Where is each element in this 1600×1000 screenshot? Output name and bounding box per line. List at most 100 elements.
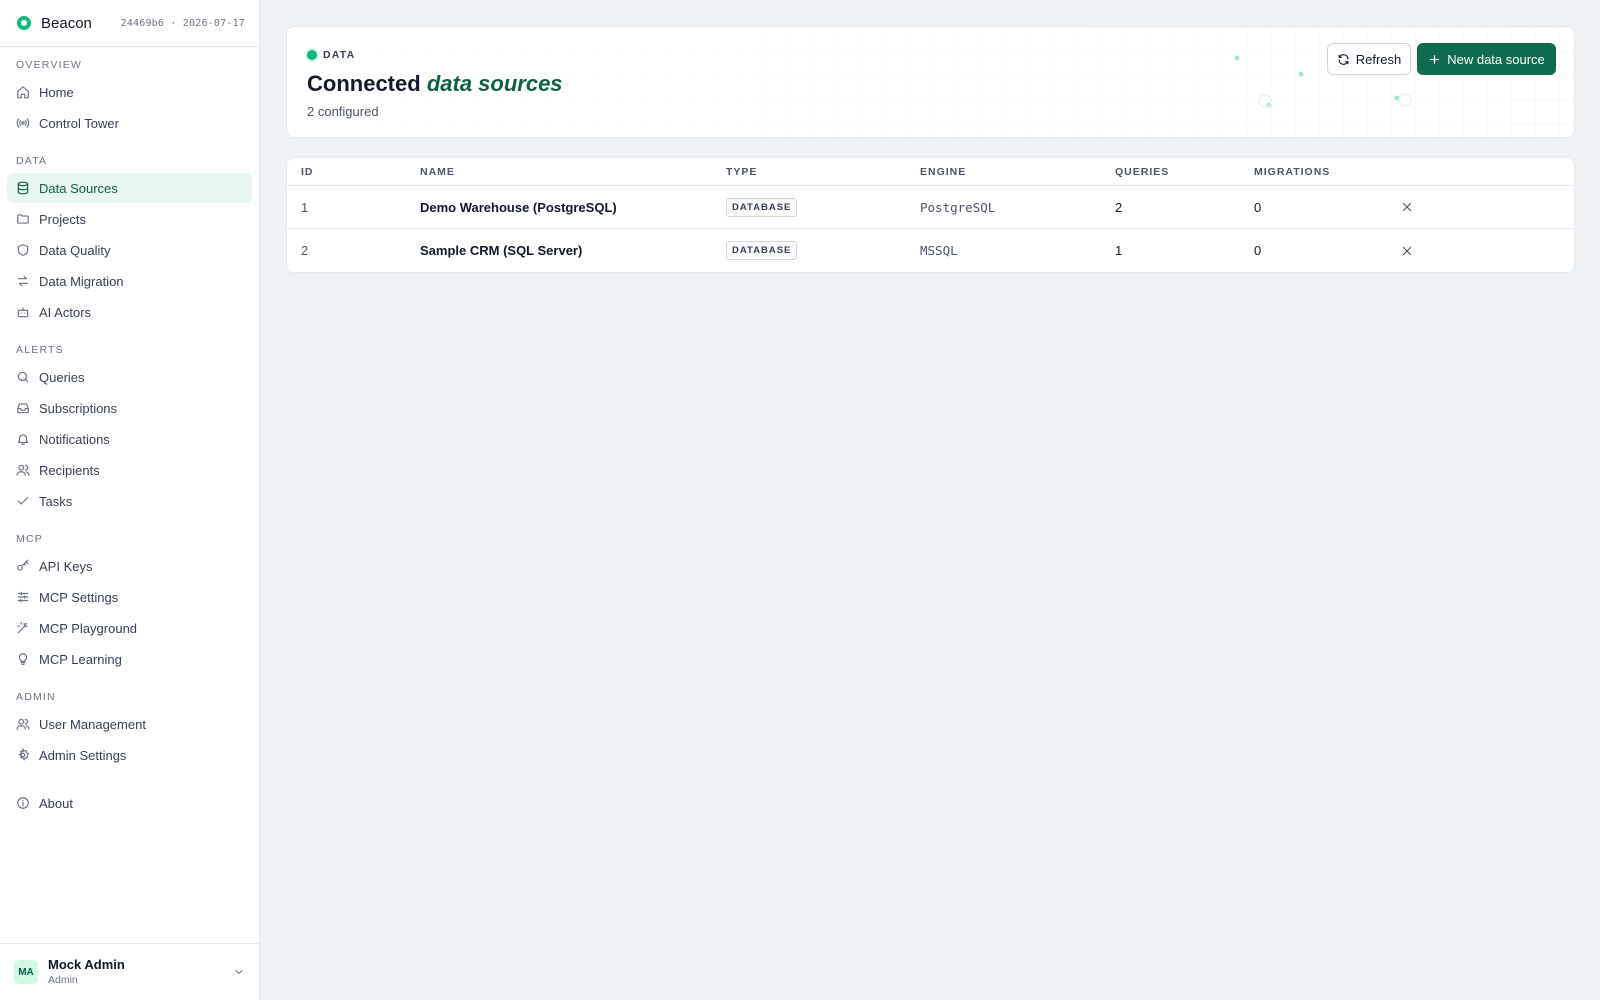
section-label: MCP	[16, 533, 43, 545]
sidebar-item-recipients[interactable]: Recipients	[7, 455, 252, 485]
sidebar-item-label: Notifications	[39, 431, 110, 447]
table-header: ID NAME TYPE ENGINE QUERIES MIGRATIONS	[287, 158, 1574, 186]
section-eyebrow: DATA	[307, 49, 355, 61]
section-label: DATA	[16, 155, 48, 167]
sidebar-item-label: Subscriptions	[39, 400, 118, 416]
column-header-name[interactable]: NAME	[420, 166, 455, 178]
type-badge: DATABASE	[726, 197, 798, 217]
section-label: ALERTS	[16, 344, 64, 356]
nav-section-overview: OVERVIEW Home Control Tower	[0, 57, 259, 138]
new-data-source-label: New data source	[1447, 51, 1545, 67]
key-icon	[17, 559, 29, 571]
sidebar-item-tasks[interactable]: Tasks	[7, 486, 252, 516]
gear-icon	[18, 748, 30, 761]
sidebar-item-label: Data Sources	[39, 180, 118, 196]
sidebar-item-label: Projects	[39, 211, 86, 227]
sidebar-item-mcp-playground[interactable]: MCP Playground	[7, 613, 252, 643]
sidebar-item-projects[interactable]: Projects	[7, 204, 252, 234]
check-icon	[17, 496, 29, 505]
eyebrow-label: DATA	[323, 49, 356, 61]
column-header-id[interactable]: ID	[301, 166, 314, 178]
column-header-engine[interactable]: ENGINE	[920, 166, 966, 178]
sidebar-item-label: Data Quality	[39, 242, 111, 258]
broadcast-icon	[16, 118, 30, 128]
cell-migrations: 0	[1254, 243, 1262, 258]
column-header-migrations[interactable]: MIGRATIONS	[1254, 166, 1330, 178]
sidebar-item-label: MCP Learning	[39, 651, 122, 667]
sidebar-item-queries[interactable]: Queries	[7, 362, 252, 392]
sidebar-item-data-sources[interactable]: Data Sources	[7, 173, 252, 203]
sidebar-item-label: Tasks	[39, 493, 73, 509]
folder-icon	[17, 214, 29, 224]
sidebar-item-user-management[interactable]: User Management	[7, 709, 252, 739]
section-label: OVERVIEW	[16, 59, 83, 71]
cell-name[interactable]: Demo Warehouse (PostgreSQL)	[420, 200, 617, 215]
sidebar-item-subscriptions[interactable]: Subscriptions	[7, 393, 252, 423]
sidebar-item-mcp-settings[interactable]: MCP Settings	[7, 582, 252, 612]
sidebar-item-about[interactable]: About	[7, 788, 252, 818]
configured-count: 2 configured	[307, 104, 379, 119]
build-info: 24469b6 · 2026-07-17	[120, 17, 245, 29]
page-header-card: DATA Connected data sources 2 configured…	[286, 26, 1575, 138]
sidebar-item-home[interactable]: Home	[7, 77, 252, 107]
section-label: ADMIN	[16, 691, 56, 703]
sidebar-item-notifications[interactable]: Notifications	[7, 424, 252, 454]
nav-section-alerts: ALERTS Queries Subscriptions Notificatio…	[0, 342, 259, 516]
sliders-icon	[17, 591, 29, 603]
inbox-icon	[17, 403, 29, 414]
nav-section-mcp: MCP API Keys MCP Settings MCP Playground…	[0, 531, 259, 674]
cell-name[interactable]: Sample CRM (SQL Server)	[420, 243, 582, 258]
data-sources-table: ID NAME TYPE ENGINE QUERIES MIGRATIONS 1…	[286, 157, 1575, 273]
wand-icon	[17, 622, 28, 634]
plus-icon	[1430, 54, 1440, 64]
user-name: Mock Admin	[48, 957, 125, 972]
column-header-type[interactable]: TYPE	[726, 166, 757, 178]
sidebar-item-label: API Keys	[39, 558, 93, 574]
type-badge: DATABASE	[726, 241, 798, 260]
sidebar-item-data-migration[interactable]: Data Migration	[7, 266, 252, 296]
beacon-logo-icon	[17, 16, 31, 30]
nav-section-data: DATA Data Sources Projects Data Quality …	[0, 153, 259, 327]
page-title-accent: data sources	[426, 71, 563, 96]
users-icon	[16, 464, 30, 476]
sidebar-item-label: Admin Settings	[39, 747, 127, 763]
sidebar-item-admin-settings[interactable]: Admin Settings	[7, 740, 252, 770]
sidebar-item-api-keys[interactable]: API Keys	[7, 551, 252, 581]
nav-section-about: About	[0, 788, 259, 818]
avatar: MA	[14, 960, 38, 984]
sidebar-item-data-quality[interactable]: Data Quality	[7, 235, 252, 265]
user-meta: Mock Admin Admin	[48, 957, 125, 987]
brand-header: Beacon 24469b6 · 2026-07-17	[0, 0, 259, 47]
refresh-icon	[1338, 53, 1349, 65]
sidebar-item-label: AI Actors	[39, 304, 92, 320]
table-row[interactable]: 1 Demo Warehouse (PostgreSQL) DATABASE P…	[287, 186, 1574, 229]
sidebar-item-label: Home	[39, 84, 74, 100]
chevron-down-icon[interactable]	[233, 966, 245, 978]
cell-id: 2	[301, 243, 309, 258]
refresh-button[interactable]: Refresh	[1327, 43, 1411, 75]
column-header-queries[interactable]: QUERIES	[1115, 166, 1169, 178]
cell-queries: 2	[1115, 199, 1123, 215]
search-icon	[17, 371, 29, 383]
delete-icon[interactable]	[1400, 244, 1414, 258]
sidebar-item-ai-actors[interactable]: AI Actors	[7, 297, 252, 327]
app-name: Beacon	[41, 14, 92, 32]
sidebar-item-control-tower[interactable]: Control Tower	[7, 108, 252, 138]
sidebar-item-label: MCP Settings	[39, 589, 119, 605]
user-menu[interactable]: MA Mock Admin Admin	[0, 943, 259, 1000]
sidebar-item-label: Recipients	[39, 462, 100, 478]
status-dot-icon	[307, 50, 317, 60]
sidebar-item-label: User Management	[39, 716, 146, 732]
info-icon	[17, 797, 29, 809]
delete-icon[interactable]	[1400, 200, 1414, 214]
cell-id: 1	[301, 199, 309, 215]
table-row[interactable]: 2 Sample CRM (SQL Server) DATABASE MSSQL…	[287, 229, 1574, 272]
sidebar-item-mcp-learning[interactable]: MCP Learning	[7, 644, 252, 674]
cell-engine: PostgreSQL	[920, 199, 996, 215]
robot-icon	[17, 307, 29, 318]
cell-queries: 1	[1115, 243, 1123, 258]
cell-migrations: 0	[1254, 199, 1262, 215]
arrows-swap-icon	[17, 275, 29, 287]
database-icon	[17, 181, 29, 195]
new-data-source-button[interactable]: New data source	[1417, 43, 1556, 75]
